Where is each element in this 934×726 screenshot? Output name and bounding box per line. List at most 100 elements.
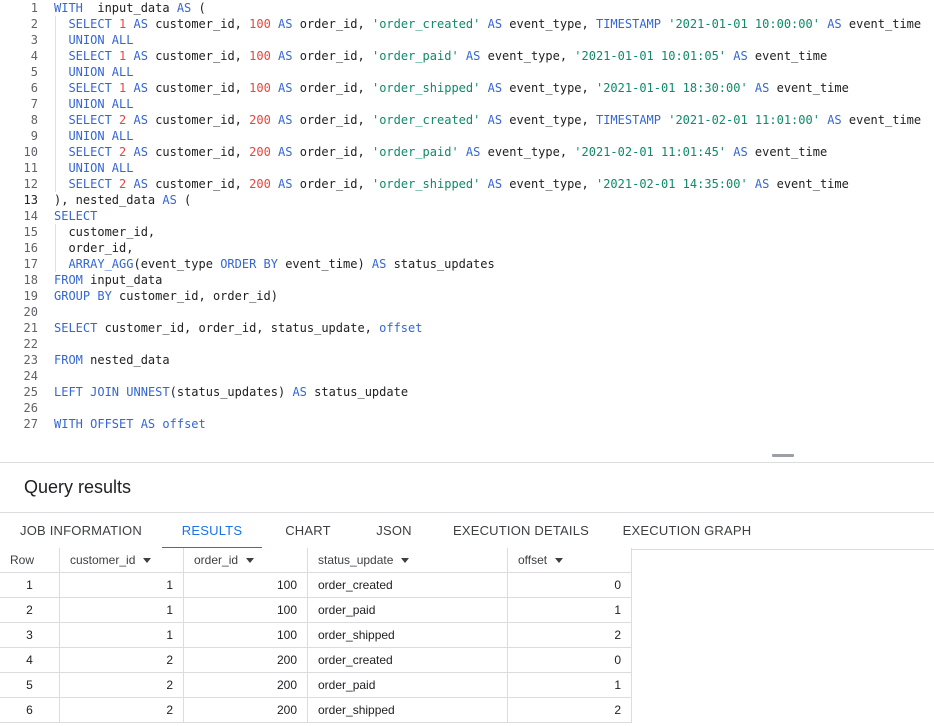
code-line[interactable]: 11 UNION ALL (0, 160, 934, 176)
code-text: SELECT 1 AS customer_id, 100 AS order_id… (54, 48, 827, 64)
code-token: 'order_shipped' (371, 177, 481, 191)
code-token: AS (133, 17, 148, 31)
line-number: 14 (23, 209, 38, 223)
tab-execution-graph[interactable]: EXECUTION GRAPH (616, 513, 758, 549)
code-line[interactable]: 3 UNION ALL (0, 32, 934, 48)
code-text: order_id, (54, 240, 133, 256)
code-token: order_id, (292, 17, 372, 31)
code-token: AS (133, 49, 148, 63)
tab-json[interactable]: JSON (360, 513, 428, 549)
code-line[interactable]: 27 WITH OFFSET AS offset (0, 416, 934, 432)
code-line[interactable]: 2 SELECT 1 AS customer_id, 100 AS order_… (0, 16, 934, 32)
offset-cell: 2 (508, 698, 632, 723)
column-header-customer-id[interactable]: customer_id (60, 548, 184, 573)
tab-execution-details[interactable]: EXECUTION DETAILS (448, 513, 594, 549)
code-line[interactable]: 9 UNION ALL (0, 128, 934, 144)
code-line[interactable]: 14 SELECT (0, 208, 934, 224)
code-token: ARRAY_AGG (68, 257, 134, 271)
code-token: AS (278, 81, 293, 95)
code-line[interactable]: 13), nested_data AS ( (0, 192, 934, 208)
column-header-offset[interactable]: offset (508, 548, 632, 573)
code-token: input_data (82, 1, 177, 15)
code-token: AS (487, 113, 503, 127)
code-lines[interactable]: 1 WITH input_data AS (2 SELECT 1 AS custo… (0, 0, 934, 432)
code-text: SELECT (54, 208, 97, 224)
code-line[interactable]: 21 SELECT customer_id, order_id, status_u… (0, 320, 934, 336)
code-line[interactable]: 23 FROM nested_data (0, 352, 934, 368)
code-line[interactable]: 22 (0, 336, 934, 352)
sort-caret-icon[interactable] (401, 558, 410, 564)
code-token: event_time (747, 145, 828, 159)
sort-caret-icon[interactable] (143, 558, 152, 564)
row-number-cell: 4 (0, 648, 60, 673)
tab-job-information[interactable]: JOB INFORMATION (16, 513, 146, 549)
code-line[interactable]: 7 UNION ALL (0, 96, 934, 112)
code-line[interactable]: 25 LEFT JOIN UNNEST(status_updates) AS st… (0, 384, 934, 400)
code-token: customer_id, (147, 49, 250, 63)
column-header-label: Row (10, 553, 35, 567)
column-header-order-id[interactable]: order_id (184, 548, 308, 573)
code-token: offset (379, 321, 423, 335)
code-token: AS (278, 177, 293, 191)
code-token: event_time (841, 113, 922, 127)
code-line[interactable]: 5 UNION ALL (0, 64, 934, 80)
code-line[interactable]: 6 SELECT 1 AS customer_id, 100 AS order_… (0, 80, 934, 96)
code-line[interactable]: 15 customer_id, (0, 224, 934, 240)
code-line[interactable]: 1 WITH input_data AS ( (0, 0, 934, 16)
sort-caret-icon[interactable] (246, 558, 255, 564)
code-line[interactable]: 24 (0, 368, 934, 384)
code-line[interactable]: 17 ARRAY_AGG(event_type ORDER BY event_t… (0, 256, 934, 272)
resize-handle[interactable] (772, 454, 794, 457)
code-token: 100 (249, 17, 271, 31)
code-token: ORDER BY (220, 257, 278, 271)
code-token: event_type, (480, 145, 575, 159)
code-token: order_id, (292, 81, 372, 95)
code-line[interactable]: 8 SELECT 2 AS customer_id, 200 AS order_… (0, 112, 934, 128)
code-token: customer_id, order_id) (111, 289, 278, 303)
code-line[interactable]: 26 (0, 400, 934, 416)
code-token: SELECT (68, 81, 112, 95)
line-number: 13 (23, 193, 38, 207)
code-line[interactable]: 16 order_id, (0, 240, 934, 256)
code-token: AS (278, 17, 293, 31)
order-id-cell: 200 (184, 698, 308, 723)
code-text: LEFT JOIN UNNEST(status_updates) AS stat… (54, 384, 408, 400)
code-line[interactable]: 18 FROM input_data (0, 272, 934, 288)
code-token: customer_id, (54, 225, 156, 239)
code-line[interactable]: 4 SELECT 1 AS customer_id, 100 AS order_… (0, 48, 934, 64)
code-text: SELECT 2 AS customer_id, 200 AS order_id… (54, 112, 921, 128)
code-token: customer_id, (147, 113, 250, 127)
code-token: AS (371, 257, 387, 271)
column-header-status-update[interactable]: status_update (308, 548, 508, 573)
tab-results[interactable]: RESULTS (162, 513, 262, 550)
code-line[interactable]: 20 (0, 304, 934, 320)
query-results-title: Query results (24, 477, 132, 497)
code-line[interactable]: 12 SELECT 2 AS customer_id, 200 AS order… (0, 176, 934, 192)
code-token: event_time (769, 81, 849, 95)
code-line[interactable]: 19 GROUP BY customer_id, order_id) (0, 288, 934, 304)
customer-id-cell: 2 (60, 673, 184, 698)
sql-editor[interactable]: 1 WITH input_data AS (2 SELECT 1 AS custo… (0, 0, 934, 442)
status-update-cell: order_paid (308, 598, 508, 623)
tab-chart[interactable]: CHART (274, 513, 342, 549)
code-token: '2021-01-01 10:01:05' (574, 49, 727, 63)
code-token: event_time (747, 49, 828, 63)
line-number: 27 (23, 417, 38, 431)
code-text: ARRAY_AGG(event_type ORDER BY event_time… (54, 256, 494, 272)
code-text: UNION ALL (54, 128, 133, 144)
sort-caret-icon[interactable] (555, 558, 564, 564)
code-line[interactable]: 10 SELECT 2 AS customer_id, 200 AS order… (0, 144, 934, 160)
line-number: 17 (23, 257, 38, 271)
code-text: SELECT 1 AS customer_id, 100 AS order_id… (54, 16, 921, 32)
code-text: FROM nested_data (54, 352, 170, 368)
order-id-cell: 100 (184, 598, 308, 623)
